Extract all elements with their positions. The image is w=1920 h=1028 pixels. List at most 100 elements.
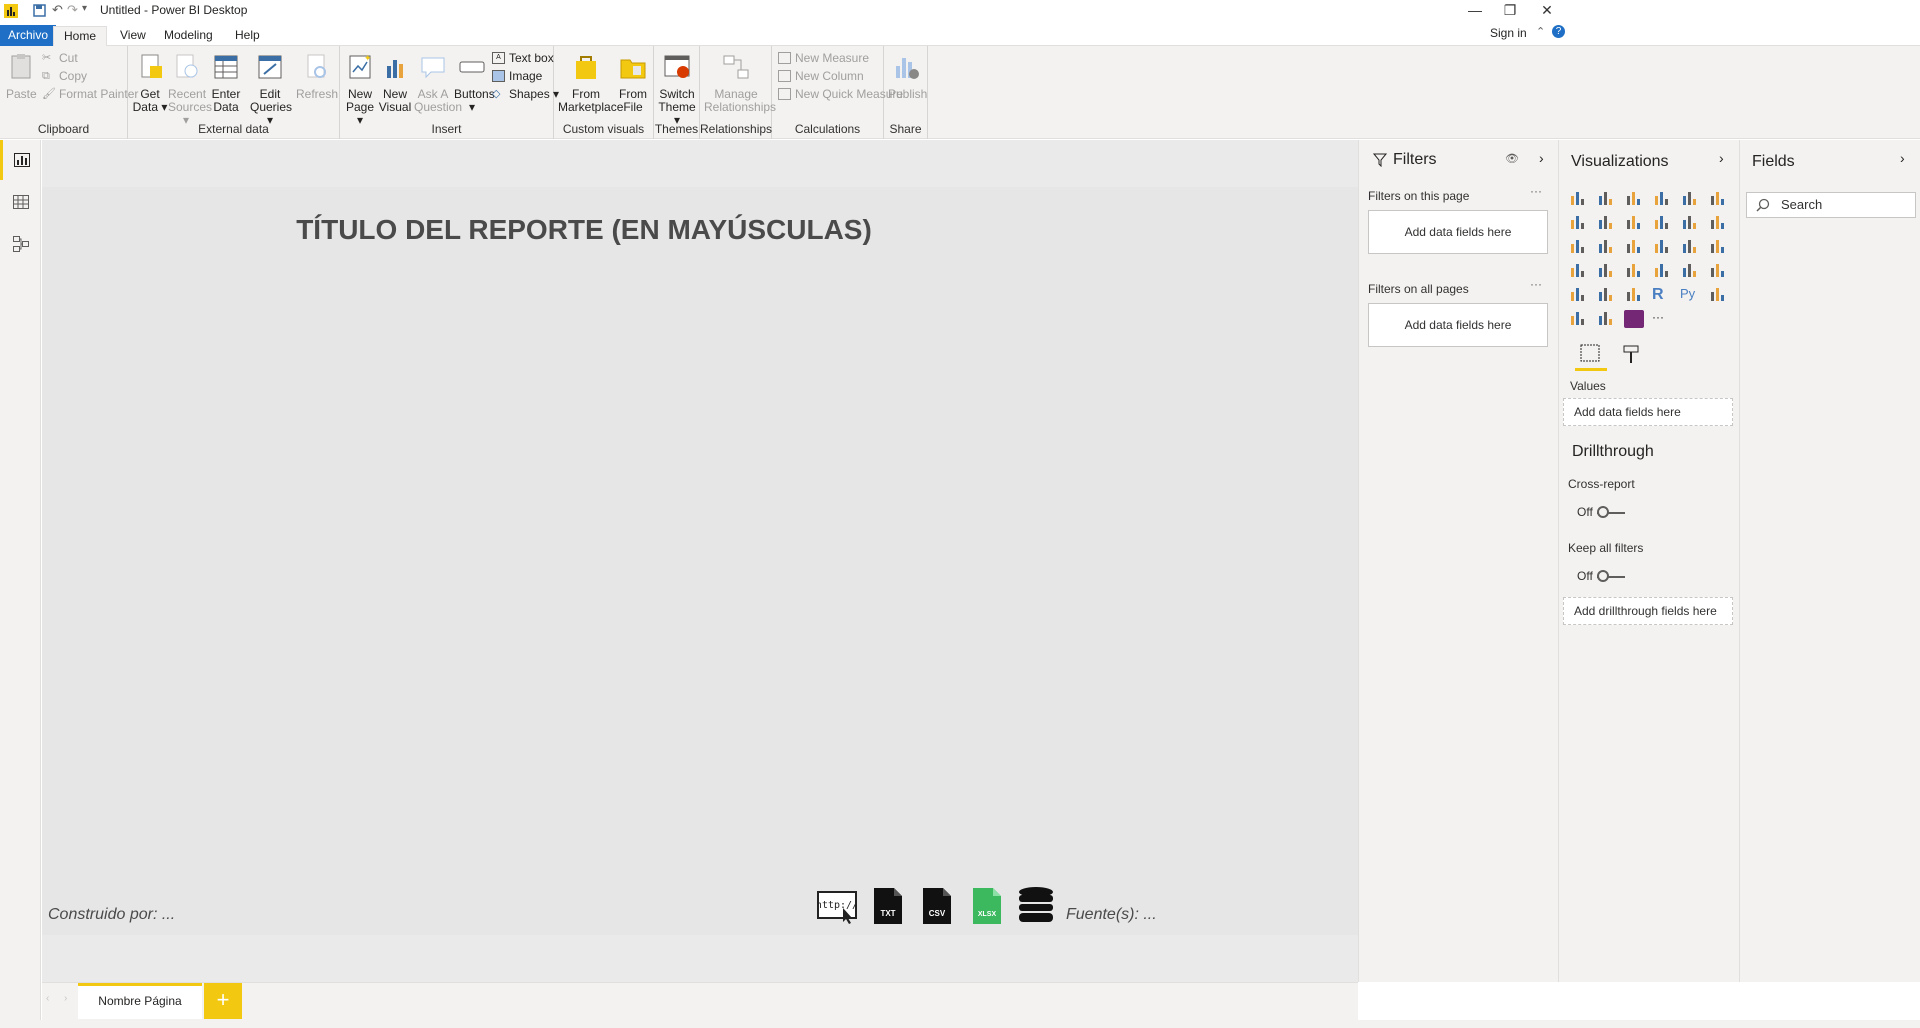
fields-tab-icon[interactable]: [1579, 343, 1601, 365]
help-icon[interactable]: ?: [1552, 25, 1565, 38]
table-icon[interactable]: [1596, 286, 1616, 304]
arcgis-map-icon[interactable]: [1596, 310, 1616, 328]
cross-report-toggle[interactable]: Off: [1577, 505, 1637, 521]
tab-archivo[interactable]: Archivo: [0, 25, 57, 46]
values-dropzone[interactable]: Add data fields here: [1563, 398, 1733, 426]
line-chart-icon[interactable]: [1568, 214, 1588, 232]
prev-page-icon[interactable]: ‹: [46, 993, 49, 1004]
data-view-button[interactable]: [0, 182, 41, 222]
more-visuals-icon[interactable]: ···: [1652, 310, 1672, 328]
format-painter-button[interactable]: 🖌 Format Painter: [40, 85, 138, 103]
waterfall-chart-icon[interactable]: [1568, 238, 1588, 256]
filters-all-pages-dropzone[interactable]: Add data fields here: [1368, 303, 1548, 347]
ask-question-button[interactable]: Ask A Question: [414, 52, 462, 114]
get-data-button[interactable]: Get Data ▾: [132, 52, 168, 114]
filters-page-dropzone[interactable]: Add data fields here: [1368, 210, 1548, 254]
100-column-chart-icon[interactable]: [1708, 190, 1728, 208]
paste-button[interactable]: Paste: [6, 52, 37, 101]
more-options-icon[interactable]: ···: [1530, 277, 1542, 291]
gauge-icon[interactable]: [1624, 262, 1644, 280]
more-options-icon[interactable]: ···: [1530, 184, 1542, 198]
card-icon[interactable]: [1652, 262, 1672, 280]
buttons-icon: [459, 61, 485, 73]
enter-data-button[interactable]: Enter Data: [208, 52, 244, 114]
stacked-area-chart-icon[interactable]: [1624, 214, 1644, 232]
tab-help[interactable]: Help: [225, 26, 270, 46]
tab-modeling[interactable]: Modeling: [154, 26, 223, 46]
from-file-button[interactable]: From File: [616, 52, 650, 114]
copy-button[interactable]: ⧉ Copy: [40, 67, 87, 85]
buttons-button[interactable]: Buttons ▾: [454, 52, 495, 114]
report-page[interactable]: TÍTULO DEL REPORTE (EN MAYÚSCULAS) Const…: [42, 187, 1358, 935]
built-by-text[interactable]: Construido por: ...: [48, 906, 175, 924]
python-visual-icon[interactable]: Py: [1680, 286, 1700, 304]
edit-queries-button[interactable]: Edit Queries ▾: [250, 52, 292, 127]
visual-type-gallery: R Py ···: [1568, 190, 1738, 328]
quick-access-dropdown-icon[interactable]: ▾: [82, 3, 87, 14]
text-box-button[interactable]: A Text box: [490, 49, 554, 67]
shapes-button[interactable]: ◇ Shapes ▾: [490, 85, 559, 103]
collapse-filters-icon[interactable]: ›: [1539, 150, 1544, 166]
fields-title: Fields: [1752, 153, 1795, 170]
tab-home[interactable]: Home: [53, 26, 108, 46]
funnel-icon[interactable]: [1596, 262, 1616, 280]
r-visual-icon[interactable]: R: [1652, 286, 1672, 304]
manage-relationships-button[interactable]: Manage Relationships: [704, 52, 776, 114]
ribbon-chart-icon[interactable]: [1708, 214, 1728, 232]
treemap-icon[interactable]: [1680, 238, 1700, 256]
redo-icon[interactable]: ↷: [67, 2, 78, 18]
line-column-chart-icon[interactable]: [1652, 214, 1672, 232]
100-bar-chart-icon[interactable]: [1680, 190, 1700, 208]
sources-text[interactable]: Fuente(s): ...: [1066, 906, 1157, 924]
page-tab[interactable]: Nombre Página: [78, 983, 202, 1019]
area-chart-icon[interactable]: [1596, 214, 1616, 232]
tab-view[interactable]: View: [110, 26, 156, 46]
publish-button[interactable]: Publish: [888, 52, 927, 101]
powerapps-icon[interactable]: [1624, 310, 1644, 328]
new-column-button[interactable]: New Column: [776, 67, 864, 85]
filled-map-icon[interactable]: [1568, 262, 1588, 280]
donut-chart-icon[interactable]: [1652, 238, 1672, 256]
eye-icon[interactable]: 👁: [1505, 152, 1519, 165]
next-page-icon[interactable]: ›: [64, 993, 67, 1004]
stacked-column-chart-icon[interactable]: [1596, 190, 1616, 208]
kpi-icon[interactable]: [1708, 262, 1728, 280]
from-marketplace-button[interactable]: From Marketplace: [558, 52, 623, 114]
switch-theme-button[interactable]: Switch Theme ▾: [657, 52, 697, 127]
pie-chart-icon[interactable]: [1624, 238, 1644, 256]
clustered-bar-chart-icon[interactable]: [1624, 190, 1644, 208]
decomposition-tree-icon[interactable]: [1568, 310, 1588, 328]
format-paint-roller-icon[interactable]: [1621, 343, 1643, 365]
clustered-column-chart-icon[interactable]: [1652, 190, 1672, 208]
collapse-ribbon-icon[interactable]: ⌃: [1536, 25, 1545, 38]
multi-row-card-icon[interactable]: [1680, 262, 1700, 280]
cut-button[interactable]: ✂ Cut: [40, 49, 78, 67]
report-view-button[interactable]: [0, 140, 41, 180]
sign-in-link[interactable]: Sign in: [1490, 26, 1527, 40]
refresh-button[interactable]: Refresh: [296, 52, 338, 101]
stacked-bar-chart-icon[interactable]: [1568, 190, 1588, 208]
keep-all-filters-toggle[interactable]: Off: [1577, 569, 1637, 585]
key-influencers-icon[interactable]: [1708, 286, 1728, 304]
add-page-button[interactable]: +: [204, 983, 242, 1019]
report-title[interactable]: TÍTULO DEL REPORTE (EN MAYÚSCULAS): [42, 214, 1358, 246]
collapse-visualizations-icon[interactable]: ›: [1719, 150, 1724, 166]
slicer-icon[interactable]: [1568, 286, 1588, 304]
new-measure-button[interactable]: New Measure: [776, 49, 869, 67]
scatter-chart-icon[interactable]: [1596, 238, 1616, 256]
close-button[interactable]: ✕: [1524, 0, 1570, 22]
fields-search-input[interactable]: Search: [1746, 192, 1916, 218]
filters-on-this-page-label: Filters on this page: [1368, 189, 1470, 203]
undo-icon[interactable]: ↶: [52, 2, 63, 18]
model-view-button[interactable]: [0, 224, 41, 264]
new-page-button[interactable]: ✦ New Page ▾: [342, 52, 378, 127]
image-button[interactable]: Image: [490, 67, 542, 85]
new-visual-button[interactable]: New Visual: [378, 52, 412, 114]
map-icon[interactable]: [1708, 238, 1728, 256]
drillthrough-dropzone[interactable]: Add drillthrough fields here: [1563, 597, 1733, 625]
recent-sources-button[interactable]: Recent Sources ▾: [168, 52, 212, 127]
matrix-icon[interactable]: [1624, 286, 1644, 304]
collapse-fields-icon[interactable]: ›: [1900, 150, 1905, 166]
save-icon[interactable]: [33, 4, 46, 17]
line-clustered-column-chart-icon[interactable]: [1680, 214, 1700, 232]
